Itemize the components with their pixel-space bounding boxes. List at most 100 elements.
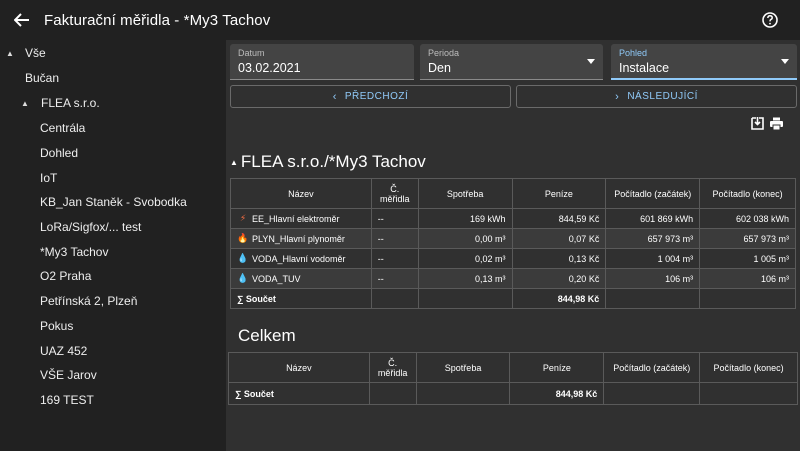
counter-start-cell: 657 973 m³ [605,228,701,249]
caret-up-icon[interactable]: ▲ [6,49,14,58]
tree-item-label: Vše [25,46,46,61]
counter-end-cell: 106 m³ [699,268,796,289]
column-header[interactable]: Spotřeba [415,352,511,383]
total-money: 844,98 Kč [509,382,605,405]
summary-table: Název Č. měřidla Spotřeba Peníze Počítad… [228,352,798,405]
table-header-row: Název Č. měřidla Spotřeba Peníze Počítad… [228,352,798,383]
tree-item-my3-tachov[interactable]: *My3 Tachov [0,240,226,265]
tree-item-centrala[interactable]: Centrála [0,116,226,141]
meter-name: EE_Hlavní elektroměr [252,213,340,224]
table-total-row: ∑ Součet 844,98 Kč [228,382,798,405]
counter-end-cell: 657 973 m³ [699,228,796,249]
counter-end-cell: 602 038 kWh [699,208,796,229]
table-header-row: Název Č. měřidla Spotřeba Peníze Počítad… [230,178,796,209]
next-button-label: NÁSLEDUJÍCÍ [627,91,698,102]
total-label: ∑ Součet [230,288,372,309]
back-button[interactable] [0,0,44,40]
water-drop-icon: 💧 [237,253,249,263]
help-circle-icon [762,12,778,28]
date-field[interactable]: Datum 03.02.2021 [230,44,414,80]
tree-item-o2-praha[interactable]: O2 Praha [0,264,226,289]
tree-item-iot[interactable]: IoT [0,166,226,191]
table-row[interactable]: 💧 VODA_TUV -- 0,13 m³ 0,20 Kč 106 m³ 106 … [230,268,796,289]
print-button[interactable] [769,116,785,132]
column-header[interactable]: Počítadlo (konec) [699,178,796,209]
meter-name: VODA_TUV [252,273,301,284]
meter-number: -- [370,268,419,289]
caret-up-icon[interactable]: ▲ [21,99,29,108]
arrow-left-icon [14,13,29,27]
tree-item-label: Pokus [40,319,74,334]
export-button[interactable] [750,116,766,132]
tree-item-169-test[interactable]: 169 TEST [0,388,226,413]
dropdown-arrow-icon [781,59,789,64]
tree-item-pokus[interactable]: Pokus [0,314,226,339]
column-header[interactable]: Peníze [511,178,607,209]
view-select[interactable]: Pohled Instalace [611,44,797,80]
column-header[interactable]: Č. měřidla [370,178,419,209]
dropdown-arrow-icon [587,59,595,64]
previous-button[interactable]: ‹ PŘEDCHOZÍ [230,85,511,108]
tree-item-flea[interactable]: ▲ FLEA s.r.o. [0,91,226,116]
tree-item-label: Bučan [25,71,60,86]
tree-item-uaz-452[interactable]: UAZ 452 [0,339,226,364]
tree-item-label: O2 Praha [40,269,92,284]
tree-item-label: 169 TEST [40,393,94,408]
tree-item-label: Dohled [40,146,79,161]
tree-item-dohled[interactable]: Dohled [0,141,226,166]
section-title-text: Celkem [238,326,296,345]
meter-name: PLYN_Hlavní plynoměr [252,233,345,244]
print-icon [770,117,783,131]
water-drop-icon: 💧 [237,273,249,283]
tree-item-vse-jarov[interactable]: VŠE Jarov [0,363,226,388]
column-header[interactable]: Č. měřidla [368,352,417,383]
period-select[interactable]: Perioda Den [420,44,603,80]
caret-up-icon[interactable]: ▲ [230,158,238,167]
section-title-flea[interactable]: ▲ FLEA s.r.o./*My3 Tachov [230,152,426,172]
counter-start-cell: 1 004 m³ [605,248,701,269]
table-total-row: ∑ Součet 844,98 Kč [230,288,796,309]
meter-number: -- [370,248,419,269]
flame-icon: 🔥 [237,233,249,243]
section-title-text: FLEA s.r.o./*My3 Tachov [240,152,426,171]
column-header[interactable]: Název [230,178,372,209]
column-header[interactable]: Spotřeba [417,178,513,209]
period-select-value: Den [428,61,451,75]
table-row[interactable]: ⚡ EE_Hlavní elektroměr -- 169 kWh 844,59 … [230,208,796,229]
column-header[interactable]: Název [228,352,370,383]
tree-item-bucan[interactable]: Bučan [0,66,226,91]
meter-number: -- [370,208,419,229]
help-button[interactable] [760,10,780,30]
tree-item-label: FLEA s.r.o. [41,96,100,111]
money-cell: 0,13 Kč [511,248,607,269]
consumption-cell: 0,13 m³ [417,268,513,289]
consumption-cell: 169 kWh [417,208,513,229]
column-header[interactable]: Počítadlo (konec) [699,352,798,383]
column-header[interactable]: Počítadlo (začátek) [603,352,701,383]
chevron-right-icon: › [615,90,620,103]
tree-item-vse[interactable]: ▲ Vše [0,41,226,66]
previous-button-label: PŘEDCHOZÍ [344,91,409,102]
lightning-icon: ⚡ [239,213,247,223]
tree-item-lora-sigfox[interactable]: LoRa/Sigfox/... test [0,215,226,240]
tree-item-label: UAZ 452 [40,344,88,359]
money-cell: 0,07 Kč [511,228,607,249]
table-row[interactable]: 🔥 PLYN_Hlavní plynoměr -- 0,00 m³ 0,07 Kč… [230,228,796,249]
counter-start-cell: 601 869 kWh [605,208,701,229]
tree-item-petrinska[interactable]: Petřínská 2, Plzeň [0,289,226,314]
meters-table: Název Č. měřidla Spotřeba Peníze Počítad… [230,178,796,309]
consumption-cell: 0,02 m³ [417,248,513,269]
column-header[interactable]: Počítadlo (začátek) [605,178,701,209]
app-bar: Fakturační měřidla - *My3 Tachov [0,0,800,40]
tree-item-label: Petřínská 2, Plzeň [40,294,138,309]
tree-item-label: Centrála [40,121,86,136]
consumption-cell: 0,00 m³ [417,228,513,249]
column-header[interactable]: Peníze [509,352,605,383]
view-select-value: Instalace [619,61,670,75]
next-button[interactable]: › NÁSLEDUJÍCÍ [516,85,797,108]
page-title: Fakturační měřidla - *My3 Tachov [44,11,271,29]
chevron-left-icon: ‹ [332,90,337,103]
tree-item-label: VŠE Jarov [40,368,97,383]
table-row[interactable]: 💧 VODA_Hlavní vodoměr -- 0,02 m³ 0,13 Kč … [230,248,796,269]
tree-item-kb-jan-stanek[interactable]: KB_Jan Staněk - Svobodka [0,190,226,215]
